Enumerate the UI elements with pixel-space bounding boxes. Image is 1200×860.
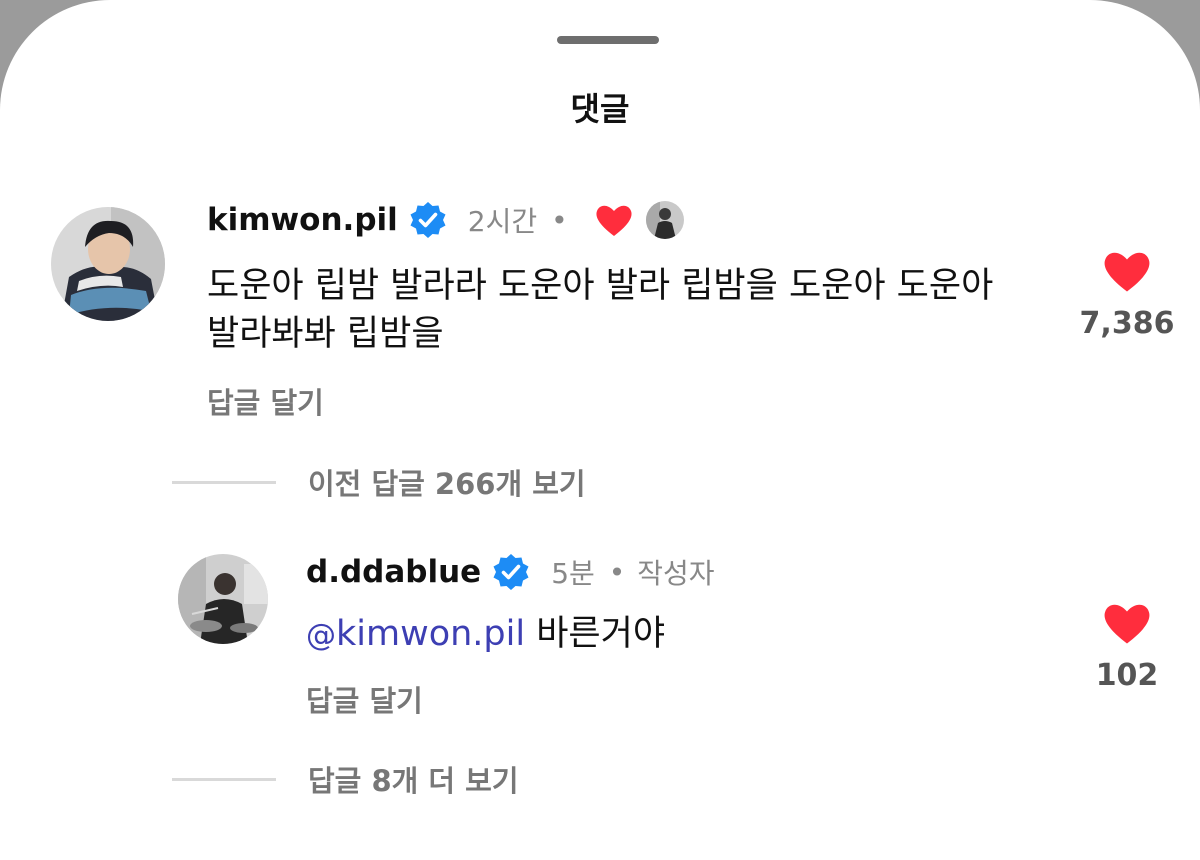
avatar[interactable] [178,554,268,644]
thread-line [172,480,276,484]
author-avatar [643,199,686,241]
comment-time: 5분 [551,557,595,590]
author-tag: 작성자 [637,557,715,590]
reply-text: @kimwon.pil 바른거야 [306,610,1066,660]
comment-text: 도운아 립밤 발라라 도운아 발라 립밤을 도운아 도운아 발라봐봐 립밤을 [207,262,1087,358]
avatar[interactable] [51,207,165,321]
comment-text-line: 도운아 립밤 발라라 도운아 발라 립밤을 도운아 도운아 [207,266,994,306]
thread-line [172,777,276,781]
heart-icon[interactable] [1101,248,1153,294]
heart-icon[interactable] [1101,600,1153,646]
like-count: 102 [1095,658,1159,693]
author-liked-heart-icon [596,205,632,236]
comment-text-line: 발라봐봐 립밤을 [207,314,444,354]
like-column: 102 [1067,600,1187,693]
sheet-title: 댓글 [570,90,630,128]
reply-button[interactable]: 답글 달기 [306,678,423,720]
comment-meta: kimwon.pil 2시간 • [207,198,686,242]
view-more-replies[interactable]: 답글 8개 더 보기 [172,759,519,799]
reply-meta: d.ddablue 5분 • 작성자 [306,550,715,594]
verified-badge-icon [410,202,446,238]
view-previous-replies-label[interactable]: 이전 답글 266개 보기 [308,461,586,503]
view-more-replies-label[interactable]: 답글 8개 더 보기 [308,758,519,800]
mention-username: kimwon.pil [336,614,526,654]
mention-icon: @ [306,618,336,653]
reply-body: 바른거야 [525,614,666,654]
separator-dot: • [551,203,568,237]
comments-sheet: 댓글 kimwon.pil 2시간 • 도운아 립밤 발라라 도운아 발라 립밤… [0,0,1200,860]
view-previous-replies[interactable]: 이전 답글 266개 보기 [172,462,586,502]
like-column: 7,386 [1067,248,1187,341]
verified-badge-icon [493,554,529,590]
drag-handle[interactable] [557,36,659,44]
username[interactable]: d.ddablue [306,554,481,590]
mention-link[interactable]: @kimwon.pil [306,614,525,654]
comment-time: 2시간 [467,205,538,238]
separator-dot: • [608,555,626,589]
username[interactable]: kimwon.pil [207,202,398,238]
reply-button[interactable]: 답글 달기 [207,380,324,422]
like-count: 7,386 [1079,306,1175,341]
